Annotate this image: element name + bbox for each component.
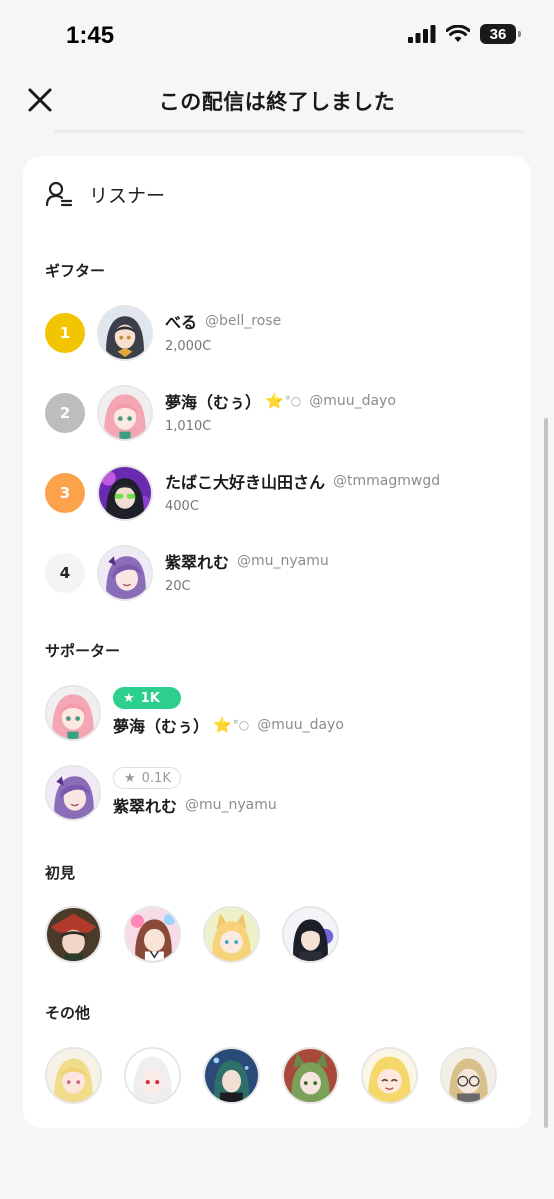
avatar[interactable] [97,385,153,441]
name-line: 紫翠れむ @mu_nyamu [165,549,329,573]
gifter-row[interactable]: 3 たばこ大好き山田さん @tmmagmwgd 400C [45,463,515,523]
card-header: リスナー [45,180,165,208]
other-avatars [45,1047,497,1104]
avatar[interactable] [97,545,153,601]
signal-icon [408,25,436,43]
wifi-icon [446,25,470,42]
user-handle: @bell_rose [205,313,282,329]
user-name[interactable]: たばこ大好き山田さん [165,469,325,493]
user-handle: @mu_nyamu [237,553,329,569]
avatar[interactable] [45,765,101,821]
name-line: べる @bell_rose [165,309,281,333]
status-bar: 1:45 36 [0,0,554,70]
avatar[interactable] [97,305,153,361]
bubble-emoji: °○ [232,718,250,732]
header: この配信は終了しました [0,70,554,133]
avatar[interactable] [97,465,153,521]
name-line: 夢海（むぅ） ⭐ °○ @muu_dayo [165,389,396,413]
header-divider [54,130,524,133]
badge-value: 1K [140,690,160,706]
avatar[interactable] [440,1047,497,1104]
user-name[interactable]: 夢海（むぅ） [165,389,261,413]
listener-icon [45,181,73,207]
status-time: 1:45 [66,22,115,49]
rank-badge: 3 [45,473,85,513]
star-icon: ★ [123,690,135,706]
avatar[interactable] [361,1047,418,1104]
name-line: たばこ大好き山田さん @tmmagmwgd [165,469,440,493]
gifter-row[interactable]: 4 紫翠れむ @mu_nyamu 20C [45,543,515,603]
battery-icon: 36 [480,24,521,44]
section-title-first-time: 初見 [45,864,76,882]
avatar[interactable] [282,1047,339,1104]
star-icon: ★ [124,770,136,786]
star-emoji: ⭐ [265,392,284,410]
coin-amount: 400C [165,499,199,514]
user-name[interactable]: 紫翠れむ [165,549,229,573]
user-name[interactable]: 紫翠れむ [113,793,177,817]
user-handle: @muu_dayo [309,393,396,409]
user-handle: @muu_dayo [257,717,344,733]
supporter-badge: ★ 0.1K [113,767,181,789]
coin-amount: 1,010C [165,419,212,434]
card-title: リスナー [89,184,166,207]
gifter-row[interactable]: 1 べる @bell_rose 2,000C [45,303,515,363]
avatar[interactable] [45,685,101,741]
bubble-emoji: °○ [284,394,302,408]
user-name[interactable]: 夢海（むぅ） [113,713,209,737]
rank-badge: 2 [45,393,85,433]
name-line: 紫翠れむ @mu_nyamu [113,793,277,817]
avatar[interactable] [203,906,260,963]
avatar[interactable] [282,906,339,963]
section-title-supporters: サポーター [45,642,121,660]
avatar[interactable] [124,1047,181,1104]
page-title: この配信は終了しました [158,90,396,114]
rank-badge: 1 [45,313,85,353]
scrollbar[interactable] [544,418,548,1128]
user-name[interactable]: べる [165,309,197,333]
star-emoji: ⭐ [213,716,232,734]
name-line: 夢海（むぅ） ⭐ °○ @muu_dayo [113,713,344,737]
supporter-row[interactable]: ★ 1K 夢海（むぅ） ⭐ °○ @muu_dayo [45,685,515,745]
supporter-badge: ★ 1K [113,687,181,709]
first-time-avatars [45,906,339,963]
section-title-others: その他 [45,1004,91,1022]
listener-card: リスナー ギフター 1 べる @bell_rose 2,000C 2 夢海（むぅ… [23,156,531,1128]
status-icons: 36 [408,24,521,44]
coin-amount: 2,000C [165,339,212,354]
rank-badge: 4 [45,553,85,593]
section-title-gifters: ギフター [45,262,106,280]
avatar[interactable] [45,906,102,963]
user-handle: @tmmagmwgd [333,473,441,489]
coin-amount: 20C [165,579,191,594]
supporter-row[interactable]: ★ 0.1K 紫翠れむ @mu_nyamu [45,765,515,825]
user-handle: @mu_nyamu [185,797,277,813]
gifter-row[interactable]: 2 夢海（むぅ） ⭐ °○ @muu_dayo 1,010C [45,383,515,443]
badge-value: 0.1K [141,770,171,786]
avatar[interactable] [124,906,181,963]
avatar[interactable] [203,1047,260,1104]
avatar[interactable] [45,1047,102,1104]
